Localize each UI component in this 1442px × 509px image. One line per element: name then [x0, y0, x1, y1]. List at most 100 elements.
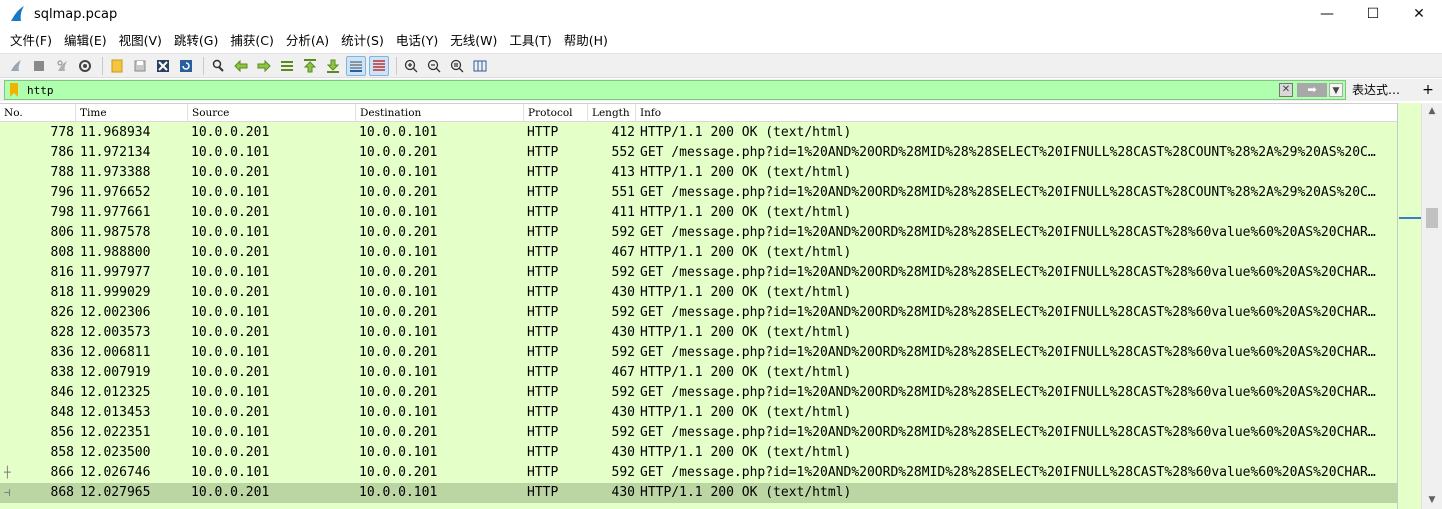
- autoscroll-icon[interactable]: [346, 55, 366, 76]
- packet-list[interactable]: No. Time Source Destination Protocol Len…: [0, 103, 1397, 509]
- zoom-normal-icon[interactable]: [447, 56, 467, 76]
- column-header-info[interactable]: Info: [636, 104, 1397, 122]
- save-file-icon[interactable]: [130, 56, 150, 76]
- menu-edit[interactable]: 编辑(E): [58, 30, 113, 52]
- packet-row[interactable]: 848 12.013453 10.0.0.201 10.0.0.101 HTTP 430 H…: [0, 403, 1397, 423]
- scroll-up-icon[interactable]: ▲: [1422, 103, 1442, 120]
- menu-capture[interactable]: 捕获(C): [224, 30, 279, 52]
- minimize-button[interactable]: —: [1304, 0, 1350, 28]
- restart-capture-icon[interactable]: [52, 56, 72, 76]
- packet-row[interactable]: 796 11.976652 10.0.0.101 10.0.0.201 HTTP 551 G…: [0, 183, 1397, 203]
- packet-row[interactable]: 818 11.999029 10.0.0.201 10.0.0.101 HTTP 430 H…: [0, 283, 1397, 303]
- packet-source: 10.0.0.101: [191, 305, 270, 320]
- colorize-icon[interactable]: [369, 55, 389, 76]
- zoom-in-icon[interactable]: [401, 56, 421, 76]
- packet-destination: 10.0.0.101: [359, 365, 438, 380]
- go-forward-icon[interactable]: [254, 56, 274, 76]
- packet-time: 11.973388: [80, 165, 151, 180]
- first-packet-icon[interactable]: [300, 56, 320, 76]
- packet-source: 10.0.0.101: [191, 265, 270, 280]
- packet-row[interactable]: 836 12.006811 10.0.0.101 10.0.0.201 HTTP 592 G…: [0, 343, 1397, 363]
- go-back-icon[interactable]: [231, 56, 251, 76]
- packet-destination: 10.0.0.101: [359, 285, 438, 300]
- add-filter-button-icon[interactable]: +: [1420, 81, 1436, 99]
- packet-minimap[interactable]: [1397, 103, 1421, 509]
- open-file-icon[interactable]: [107, 56, 127, 76]
- packet-protocol: HTTP: [527, 165, 559, 180]
- packet-info: HTTP/1.1 200 OK (text/html): [640, 325, 852, 340]
- capture-options-icon[interactable]: [75, 56, 95, 76]
- packet-row[interactable]: 856 12.022351 10.0.0.101 10.0.0.201 HTTP 592 G…: [0, 423, 1397, 443]
- packet-row[interactable]: 778 11.968934 10.0.0.201 10.0.0.101 HTTP 412 H…: [0, 123, 1397, 143]
- display-filter-input[interactable]: http ✕ ➡ ▼: [4, 80, 1346, 100]
- menu-statistics[interactable]: 统计(S): [335, 30, 390, 52]
- vertical-scrollbar[interactable]: ▲ ▼: [1421, 103, 1442, 509]
- reload-file-icon[interactable]: [176, 56, 196, 76]
- column-header-protocol[interactable]: Protocol: [524, 104, 588, 122]
- packet-row[interactable]: 828 12.003573 10.0.0.201 10.0.0.101 HTTP 430 H…: [0, 323, 1397, 343]
- main-toolbar: [0, 53, 1442, 78]
- close-file-icon[interactable]: [153, 56, 173, 76]
- packet-no: 846: [50, 385, 74, 400]
- menu-go[interactable]: 跳转(G): [168, 30, 224, 52]
- maximize-button[interactable]: ☐: [1350, 0, 1396, 28]
- clear-filter-icon[interactable]: ✕: [1279, 83, 1293, 97]
- packet-no: 828: [50, 325, 74, 340]
- menu-view[interactable]: 视图(V): [113, 30, 168, 52]
- packet-length: 467: [611, 245, 635, 260]
- column-header-no[interactable]: No.: [0, 104, 76, 122]
- packet-row[interactable]: 816 11.997977 10.0.0.101 10.0.0.201 HTTP 592 G…: [0, 263, 1397, 283]
- packet-time: 12.003573: [80, 325, 151, 340]
- start-capture-icon[interactable]: [6, 56, 26, 76]
- packet-no: 826: [50, 305, 74, 320]
- packet-row[interactable]: 858 12.023500 10.0.0.201 10.0.0.101 HTTP 430 H…: [0, 443, 1397, 463]
- menu-file[interactable]: 文件(F): [4, 30, 58, 52]
- scroll-thumb[interactable]: [1426, 208, 1438, 228]
- packet-row[interactable]: 798 11.977661 10.0.0.201 10.0.0.101 HTTP 411 H…: [0, 203, 1397, 223]
- chevron-down-icon[interactable]: ▼: [1329, 83, 1343, 97]
- go-to-packet-icon[interactable]: [277, 56, 297, 76]
- packet-destination: 10.0.0.201: [359, 185, 438, 200]
- packet-info: GET /message.php?id=1%20AND%20ORD%28MID%…: [640, 185, 1376, 200]
- column-header-time[interactable]: Time: [76, 104, 188, 122]
- packet-no: 818: [50, 285, 74, 300]
- packet-no: 838: [50, 365, 74, 380]
- menu-help[interactable]: 帮助(H): [558, 30, 614, 52]
- packet-info: HTTP/1.1 200 OK (text/html): [640, 485, 852, 500]
- scroll-down-icon[interactable]: ▼: [1422, 492, 1442, 509]
- find-packet-icon[interactable]: [208, 56, 228, 76]
- packet-row[interactable]: 838 12.007919 10.0.0.201 10.0.0.101 HTTP 467 H…: [0, 363, 1397, 383]
- window-title: sqlmap.pcap: [34, 6, 118, 22]
- packet-protocol: HTTP: [527, 125, 559, 140]
- packet-row[interactable]: 866 12.026746 10.0.0.101 10.0.0.201 HTTP 592 G…: [0, 463, 1397, 483]
- packet-row[interactable]: 846 12.012325 10.0.0.101 10.0.0.201 HTTP 592 G…: [0, 383, 1397, 403]
- menu-wireless[interactable]: 无线(W): [444, 30, 503, 52]
- packet-protocol: HTTP: [527, 485, 559, 500]
- column-header-destination[interactable]: Destination: [356, 104, 524, 122]
- zoom-out-icon[interactable]: [424, 56, 444, 76]
- close-button[interactable]: ✕: [1396, 0, 1442, 28]
- packet-no: 806: [50, 225, 74, 240]
- packet-row[interactable]: 806 11.987578 10.0.0.101 10.0.0.201 HTTP 592 G…: [0, 223, 1397, 243]
- column-header-length[interactable]: Length: [588, 104, 636, 122]
- packet-info: GET /message.php?id=1%20AND%20ORD%28MID%…: [640, 385, 1376, 400]
- menu-tools[interactable]: 工具(T): [503, 30, 557, 52]
- packet-row[interactable]: 826 12.002306 10.0.0.101 10.0.0.201 HTTP 592 G…: [0, 303, 1397, 323]
- filter-bookmark-icon[interactable]: [7, 81, 21, 99]
- resize-columns-icon[interactable]: [470, 56, 490, 76]
- packet-time: 12.007919: [80, 365, 151, 380]
- packet-length: 592: [611, 385, 635, 400]
- expression-button[interactable]: 表达式…: [1352, 81, 1400, 99]
- packet-protocol: HTTP: [527, 425, 559, 440]
- apply-filter-icon[interactable]: ➡: [1297, 83, 1327, 97]
- menu-telephony[interactable]: 电话(Y): [390, 30, 444, 52]
- stop-capture-icon[interactable]: [29, 56, 49, 76]
- packet-row[interactable]: 786 11.972134 10.0.0.101 10.0.0.201 HTTP 552 G…: [0, 143, 1397, 163]
- column-header-source[interactable]: Source: [188, 104, 356, 122]
- packet-row[interactable]: 788 11.973388 10.0.0.201 10.0.0.101 HTTP 413 H…: [0, 163, 1397, 183]
- packet-row[interactable]: 808 11.988800 10.0.0.201 10.0.0.101 HTTP 467 H…: [0, 243, 1397, 263]
- packet-row[interactable]: 868 12.027965 10.0.0.201 10.0.0.101 HTTP 430 H…: [0, 483, 1397, 503]
- display-filter-bar: http ✕ ➡ ▼ 表达式… +: [0, 79, 1442, 101]
- menu-analyze[interactable]: 分析(A): [280, 30, 335, 52]
- last-packet-icon[interactable]: [323, 56, 343, 76]
